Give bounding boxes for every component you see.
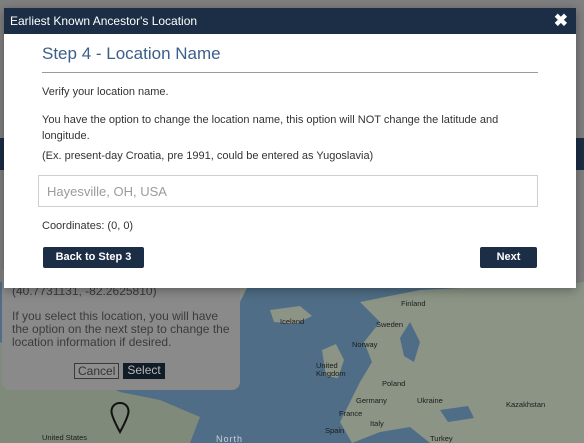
location-name-input[interactable] [38, 175, 538, 207]
close-icon[interactable]: ✖ [554, 11, 568, 31]
back-to-step-3-button[interactable]: Back to Step 3 [43, 247, 144, 268]
map-label-united-kingdom: United Kingdom [316, 361, 346, 378]
map-label-kazakhstan: Kazakhstan [506, 400, 546, 409]
map-label-sweden: Sweden [376, 320, 404, 329]
map-label-iceland: Iceland [280, 317, 305, 326]
option-text: You have the option to change the locati… [42, 114, 499, 142]
map-label-ukraine: Ukraine [417, 396, 443, 405]
map-label-turkey: Turkey [430, 434, 453, 443]
step-title: Step 4 - Location Name [42, 44, 221, 63]
map-info-window: (40.7731131, -82.2625810) If you select … [2, 270, 240, 390]
info-window-select-button[interactable]: Select [123, 363, 165, 379]
coordinates-text: Coordinates: (0, 0) [42, 220, 134, 232]
info-window-message: If you select this location, you will ha… [12, 309, 230, 349]
title-divider [42, 72, 538, 73]
map-label-spain: Spain [325, 426, 345, 435]
map-label-poland: Poland [382, 379, 406, 388]
next-button[interactable]: Next [480, 247, 537, 268]
verify-text: Verify your location name. [42, 86, 169, 98]
map-label-finland: Finland [401, 299, 426, 308]
map-pin-icon[interactable] [110, 402, 130, 434]
map-label-italy: Italy [370, 419, 384, 428]
location-modal: Earliest Known Ancestor's Location ✖ Ste… [4, 8, 576, 288]
modal-header: Earliest Known Ancestor's Location ✖ [4, 8, 576, 34]
map-label-north: North [216, 434, 244, 443]
example-text: (Ex. present-day Croatia, pre 1991, coul… [42, 150, 374, 162]
map-label-germany: Germany [356, 396, 387, 405]
map-label-united-states: United States [42, 433, 88, 442]
map-label-france: France [339, 409, 363, 418]
map-label-norway: Norway [352, 340, 378, 349]
info-window-cancel-button[interactable]: Cancel [74, 363, 120, 379]
modal-title: Earliest Known Ancestor's Location [10, 14, 198, 28]
